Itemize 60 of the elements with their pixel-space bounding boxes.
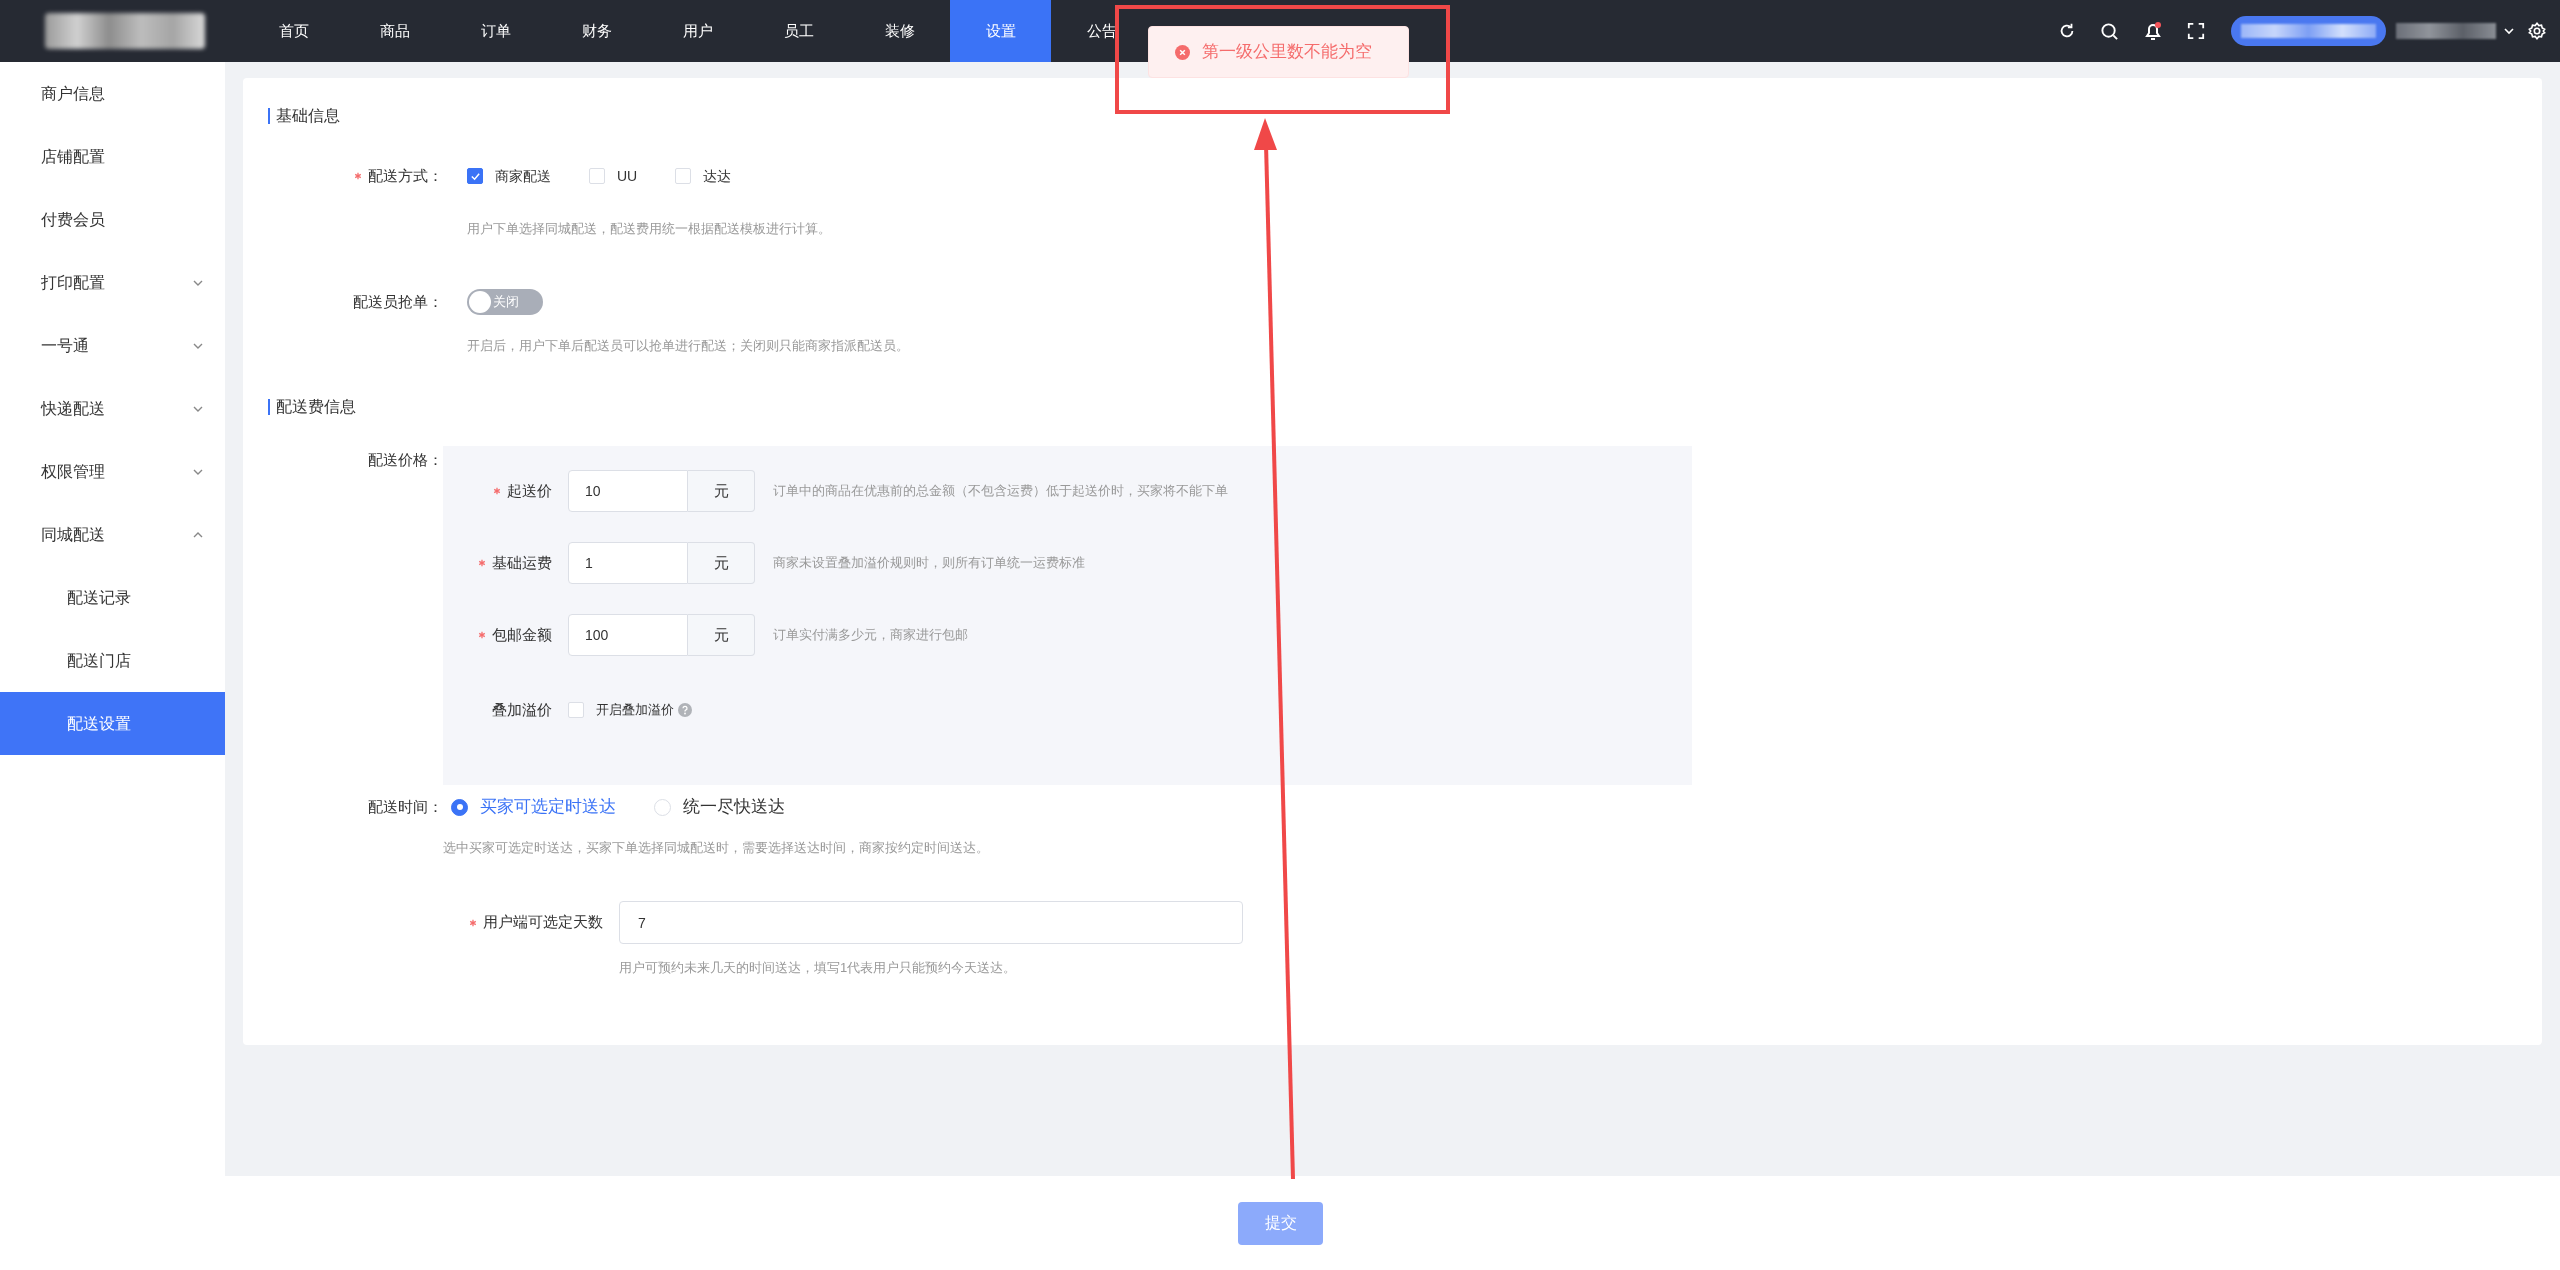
hint-text: 用户可预约未来几天的时间送达，填写1代表用户只能预约今天送达。 — [619, 959, 1018, 977]
field-label: 基础运费 — [492, 552, 552, 573]
menu-item[interactable]: 同城配送 — [0, 503, 225, 566]
settings-icon[interactable] — [2528, 22, 2546, 40]
option-label: 统一尽快送达 — [683, 796, 785, 819]
submenu-item[interactable]: 配送记录 — [0, 566, 225, 629]
option-label: 商家配送 — [495, 166, 551, 186]
menu-item[interactable]: 店铺配置 — [0, 125, 225, 188]
option-label: UU — [617, 166, 638, 186]
section-title: 配送费信息 — [276, 397, 356, 417]
menu-item[interactable]: 权限管理 — [0, 440, 225, 503]
amount-input[interactable]: 1 — [568, 542, 688, 584]
field-label: 叠加溢价 — [492, 699, 552, 720]
menu-item[interactable]: 打印配置 — [0, 251, 225, 314]
unit-addon: 元 — [688, 470, 755, 512]
checkbox[interactable] — [467, 168, 483, 184]
hint-text: 开启后，用户下单后配送员可以抢单进行配送；关闭则只能商家指派配送员。 — [467, 337, 910, 355]
amount-input[interactable]: 100 — [568, 614, 688, 656]
option-label: 开启叠加溢价 — [596, 701, 674, 720]
menu-item[interactable]: 快递配送 — [0, 377, 225, 440]
submenu-item[interactable]: 配送门店 — [0, 629, 225, 692]
error-message: 第一级公里数不能为空 — [1202, 41, 1372, 64]
refresh-icon[interactable] — [2058, 22, 2076, 40]
section-title: 基础信息 — [276, 106, 340, 126]
menu-item[interactable]: 付费会员 — [0, 188, 225, 251]
nav-tab[interactable]: 公告 — [1051, 0, 1152, 62]
bell-icon[interactable] — [2143, 21, 2163, 41]
submenu-item[interactable]: 配送设置 — [0, 692, 225, 755]
hint-text: 订单中的商品在优惠前的总金额（不包含运费）低于起送价时，买家将不能下单 — [773, 482, 1228, 501]
menu-item[interactable]: 商户信息 — [0, 62, 225, 125]
hint-text: 选中买家可选定时送达，买家下单选择同城配送时，需要选择送达时间，商家按约定时间送达。 — [443, 839, 990, 857]
nav-tab[interactable]: 首页 — [243, 0, 344, 62]
search-icon[interactable] — [2100, 21, 2119, 41]
field-label: 配送方式： — [368, 165, 443, 186]
error-icon — [1175, 44, 1190, 60]
unit-addon: 元 — [688, 614, 755, 656]
hint-text: 订单实付满多少元，商家进行包邮 — [773, 626, 968, 645]
menu-item[interactable]: 一号通 — [0, 314, 225, 377]
option-label: 买家可选定时送达 — [480, 796, 616, 819]
checkmark-icon — [469, 170, 481, 182]
field-label: 用户端可选定天数 — [483, 912, 603, 933]
amount-input[interactable]: 10 — [568, 470, 688, 512]
nav-tab[interactable]: 用户 — [647, 0, 748, 62]
days-input[interactable]: 7 — [619, 901, 1243, 944]
nav-tab[interactable]: 财务 — [546, 0, 647, 62]
nav-tab[interactable]: 订单 — [445, 0, 546, 62]
unit-addon: 元 — [688, 542, 755, 584]
nav-tab[interactable]: 商品 — [344, 0, 445, 62]
radio-button[interactable] — [451, 798, 468, 816]
field-label: 配送员抢单： — [353, 291, 443, 312]
field-label: 包邮金额 — [492, 624, 552, 645]
option-label: 达达 — [703, 166, 732, 186]
nav-tab[interactable]: 装修 — [849, 0, 950, 62]
field-label: 起送价 — [507, 480, 552, 501]
nav-tab[interactable]: 设置 — [950, 0, 1051, 62]
blurred-username[interactable] — [2231, 16, 2386, 46]
field-label: 配送价格： — [368, 449, 443, 470]
fullscreen-icon[interactable] — [2187, 22, 2205, 40]
field-label: 配送时间： — [368, 796, 443, 817]
nav-tab[interactable]: 员工 — [748, 0, 849, 62]
